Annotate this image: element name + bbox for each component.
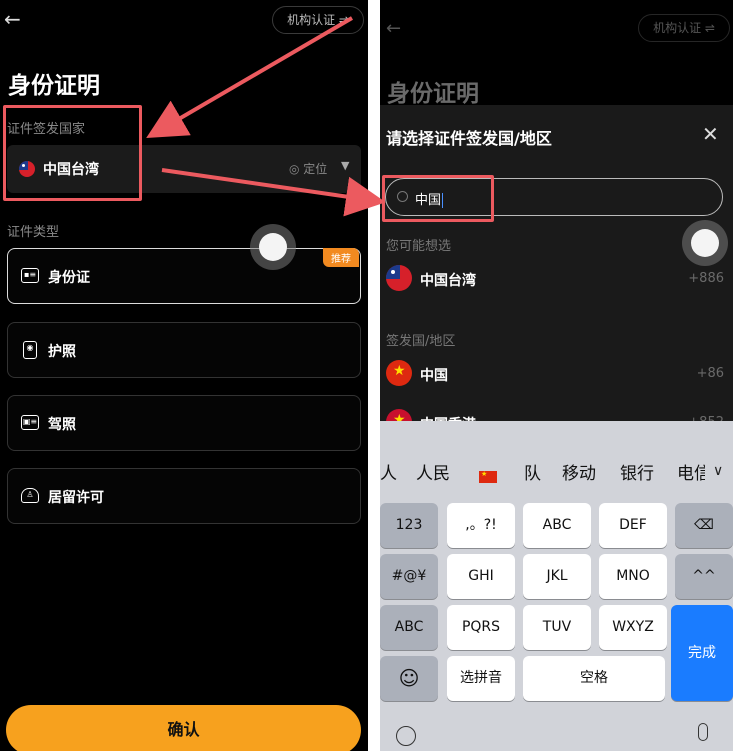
touch-indicator: [682, 220, 728, 266]
doc-type-label: 护照: [48, 344, 76, 360]
candidate[interactable]: 人: [380, 459, 397, 484]
doc-type-residence-permit[interactable]: ♙ 居留许可: [7, 468, 361, 524]
confirm-button[interactable]: 确认: [6, 705, 361, 751]
key-jkl[interactable]: JKL: [523, 554, 591, 599]
locate-button[interactable]: ◎ 定位: [289, 160, 327, 177]
dial-code: +886: [688, 271, 724, 286]
doc-type-id-card[interactable]: ▪≡ 身份证 推荐: [7, 248, 361, 304]
maybe-label: 您可能想选: [386, 239, 452, 254]
chevron-down-icon[interactable]: ∨: [713, 463, 723, 479]
page-title: 身份证明: [8, 73, 100, 99]
doc-section-label: 证件类型: [7, 225, 60, 240]
region-label: 签发国/地区: [386, 334, 456, 349]
residence-permit-icon: ♙: [21, 488, 39, 503]
highlight-box-country: [3, 105, 142, 201]
china-flag-emoji-icon[interactable]: [479, 470, 497, 483]
key-pqrs[interactable]: PQRS: [447, 605, 515, 650]
country-name: 中国: [420, 368, 448, 384]
org-auth-button[interactable]: 机构认证 ⇌: [272, 6, 364, 34]
globe-icon[interactable]: [396, 726, 416, 746]
candidate[interactable]: 移动: [562, 459, 596, 484]
candidate[interactable]: 人民: [416, 459, 450, 484]
key-punct[interactable]: ,。?!: [447, 503, 515, 548]
id-card-icon: ▪≡: [21, 268, 39, 283]
microphone-icon[interactable]: [698, 723, 708, 741]
screenshot-stage: ← 机构认证 ⇌ 身份证明 证件签发国家 中国台湾 ◎ 定位 ▼ 证件类型 ▪≡…: [0, 0, 733, 751]
key-wxyz[interactable]: WXYZ: [599, 605, 667, 650]
key-tuv[interactable]: TUV: [523, 605, 591, 650]
doc-type-label: 身份证: [48, 270, 90, 286]
country-picker-screen: ← 机构认证 ⇌ 身份证明 请选择证件签发国/地区 ✕ 中国 您可能想选 中国台…: [380, 0, 733, 751]
key-ghi[interactable]: GHI: [447, 554, 515, 599]
highlight-box-search: [382, 175, 494, 222]
doc-type-passport[interactable]: ◉ 护照: [7, 322, 361, 378]
org-auth-button: 机构认证 ⇌: [638, 14, 730, 42]
sheet-title: 请选择证件签发国/地区: [386, 129, 552, 148]
key-select-pinyin[interactable]: 选拼音: [447, 656, 515, 701]
dial-code: +86: [696, 366, 724, 381]
pinyin-keyboard: 人 人民 队 移动 银行 电信 ∨ 123 ,。?! ABC DEF ⌫ #@¥…: [380, 421, 733, 751]
country-picker-sheet: 请选择证件签发国/地区 ✕ 中国 您可能想选 中国台湾 +886 签发国/地区 …: [380, 105, 733, 435]
taiwan-flag-icon: [386, 265, 412, 291]
arrow-left-icon[interactable]: ←: [4, 8, 26, 30]
close-icon[interactable]: ✕: [702, 122, 719, 146]
space-key[interactable]: 空格: [523, 656, 665, 701]
driver-license-icon: ▣≡: [21, 415, 39, 430]
touch-indicator: [250, 224, 296, 270]
backspace-icon[interactable]: ⌫: [675, 503, 733, 548]
done-button[interactable]: 完成: [671, 605, 733, 701]
passport-icon: ◉: [23, 341, 37, 359]
page-title: 身份证明: [387, 81, 479, 107]
key-123[interactable]: 123: [380, 503, 438, 548]
key-abc[interactable]: ABC: [523, 503, 591, 548]
doc-type-driver-license[interactable]: ▣≡ 驾照: [7, 395, 361, 451]
candidate[interactable]: 队: [524, 459, 541, 484]
china-flag-icon: [386, 360, 412, 386]
key-abc-mode[interactable]: ABC: [380, 605, 438, 650]
caret-down-icon[interactable]: ▼: [341, 159, 349, 172]
country-name: 中国台湾: [420, 273, 476, 289]
key-mno[interactable]: MNO: [599, 554, 667, 599]
doc-type-label: 居留许可: [48, 490, 104, 506]
candidate[interactable]: 银行: [620, 459, 654, 484]
emoji-icon[interactable]: ☺: [380, 656, 438, 701]
doc-type-label: 驾照: [48, 417, 76, 433]
key-def[interactable]: DEF: [599, 503, 667, 548]
key-symbols[interactable]: #@¥: [380, 554, 438, 599]
key-emoticon[interactable]: ^^: [675, 554, 733, 599]
recommended-badge: 推荐: [323, 248, 359, 267]
candidate[interactable]: 电信: [677, 459, 705, 484]
arrow-left-icon: ←: [386, 18, 402, 39]
